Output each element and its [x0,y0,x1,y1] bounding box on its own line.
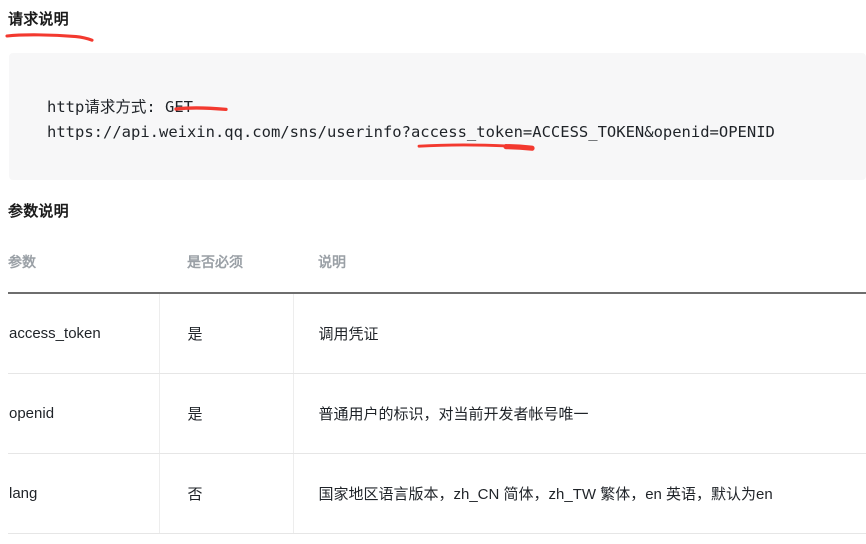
param-description: 普通用户的标识，对当前开发者帐号唯一 [293,373,866,454]
table-body: access_token 是 调用凭证 openid 是 普通用户的标识，对当前… [8,293,866,534]
red-underline-annotation-heading [4,30,100,44]
code-line-request-url: https://api.weixin.qq.com/sns/userinfo?a… [47,123,775,141]
table-row: openid 是 普通用户的标识，对当前开发者帐号唯一 [8,373,866,454]
column-header-required: 是否必须 [159,252,293,294]
column-header-param: 参数 [8,252,159,294]
param-name: openid [8,373,160,454]
param-description: 国家地区语言版本，zh_CN 简体，zh_TW 繁体，en 英语，默认为en [293,453,866,534]
table-header: 参数 是否必须 说明 [8,252,866,294]
param-name: lang [8,453,160,534]
documentation-page: 请求说明 http请求方式: GET https://api.weixin.qq… [0,0,866,544]
table-row: lang 否 国家地区语言版本，zh_CN 简体，zh_TW 繁体，en 英语，… [8,453,866,534]
column-header-description: 说明 [293,252,866,294]
param-description: 调用凭证 [293,293,866,374]
parameters-table: 参数 是否必须 说明 access_token 是 调用凭证 openid 是 … [8,252,866,534]
table-row: access_token 是 调用凭证 [8,293,866,374]
params-section-heading: 参数说明 [8,203,69,220]
table-header-row: 参数 是否必须 说明 [8,252,866,294]
request-code-block: http请求方式: GET https://api.weixin.qq.com/… [9,53,866,180]
code-line-http-method: http请求方式: GET [47,98,193,116]
param-name: access_token [8,293,160,374]
param-required: 是 [159,293,294,374]
param-required: 是 [159,373,294,454]
param-required: 否 [159,453,294,534]
request-section-heading: 请求说明 [8,11,69,28]
